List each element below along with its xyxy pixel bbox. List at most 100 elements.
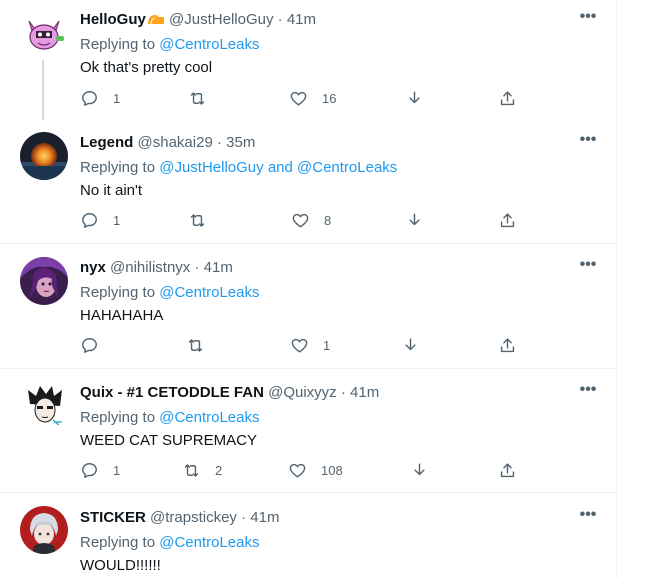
- replying-to: Replying to @JustHelloGuy and @CentroLea…: [80, 158, 599, 178]
- pink-monster-avatar-icon: [20, 10, 68, 58]
- action-bar: 1 8: [0, 210, 617, 230]
- tweet-header: Quix - #1 CETODDLE FAN @Quixyyz · 41m: [80, 383, 599, 403]
- share-icon: [500, 212, 515, 227]
- retweet-button[interactable]: [188, 88, 221, 108]
- like-count: 16: [322, 90, 337, 106]
- timestamp[interactable]: 35m: [226, 134, 255, 151]
- more-icon[interactable]: •••: [577, 507, 599, 528]
- tweet-header: Legend @shakai29 · 35m: [80, 133, 599, 153]
- tweet[interactable]: Quix - #1 CETODDLE FAN @Quixyyz · 41m ••…: [0, 370, 617, 493]
- download-button[interactable]: [405, 210, 424, 230]
- reply-icon: [82, 90, 97, 106]
- timestamp[interactable]: 41m: [287, 11, 316, 28]
- reply-button[interactable]: 1: [80, 210, 120, 230]
- like-button[interactable]: 8: [291, 210, 331, 230]
- separator-dot: ·: [340, 384, 346, 401]
- replying-label: Replying to: [80, 159, 156, 176]
- avatar[interactable]: [20, 382, 68, 430]
- like-icon: [292, 213, 309, 228]
- action-bar: 1 16: [0, 88, 617, 108]
- like-button[interactable]: 16: [289, 88, 336, 108]
- tweet[interactable]: Legend @shakai29 · 35m ••• Replying to @…: [0, 122, 617, 244]
- timestamp[interactable]: 41m: [204, 259, 233, 276]
- share-button[interactable]: [498, 335, 517, 355]
- tweet-text: No it ain't: [80, 182, 143, 199]
- sponsor-badge-icon: [147, 14, 164, 25]
- user-handle[interactable]: @Quixyyz: [268, 384, 337, 401]
- share-icon: [500, 90, 515, 105]
- retweet-button[interactable]: 2: [182, 460, 222, 480]
- download-icon: [414, 462, 425, 475]
- retweet-icon: [190, 213, 205, 227]
- more-icon[interactable]: •••: [577, 132, 599, 153]
- timestamp[interactable]: 41m: [250, 509, 279, 526]
- tweet[interactable]: nyx @nihilistnyx · 41m ••• Replying to @…: [0, 245, 617, 369]
- tweet[interactable]: HelloGuy @JustHelloGuy · 41m ••• Replyin…: [0, 0, 617, 122]
- replying-to: Replying to @CentroLeaks: [80, 533, 599, 553]
- avatar[interactable]: [20, 506, 68, 554]
- retweet-icon: [190, 91, 205, 105]
- like-count: 8: [324, 212, 332, 228]
- reply-count: 1: [113, 462, 121, 478]
- display-name[interactable]: HelloGuy: [80, 11, 146, 28]
- action-bar: 1 2 108: [0, 460, 617, 480]
- tweet[interactable]: STICKER @trapstickey · 41m ••• Replying …: [0, 494, 617, 579]
- user-handle[interactable]: @nihilistnyx: [110, 259, 190, 276]
- display-name[interactable]: nyx: [80, 259, 106, 276]
- anime-boy-avatar-icon: [20, 382, 68, 430]
- reply-icon: [82, 337, 97, 353]
- tweet-header: STICKER @trapstickey · 41m: [80, 508, 599, 528]
- mention-link[interactable]: @CentroLeaks: [159, 534, 259, 551]
- mention-link[interactable]: @CentroLeaks: [159, 409, 259, 426]
- download-icon: [405, 337, 416, 350]
- replying-label: Replying to: [80, 409, 156, 426]
- more-icon[interactable]: •••: [577, 382, 599, 403]
- display-name[interactable]: Legend: [80, 134, 133, 151]
- timestamp[interactable]: 41m: [350, 384, 379, 401]
- separator-dot: ·: [277, 11, 283, 28]
- purple-character-avatar-icon: [20, 257, 68, 305]
- more-icon[interactable]: •••: [577, 9, 599, 30]
- share-icon: [500, 462, 515, 477]
- avatar[interactable]: [20, 10, 68, 58]
- reply-icon: [82, 462, 97, 478]
- replying-to: Replying to @CentroLeaks: [80, 408, 599, 428]
- retweet-button[interactable]: [186, 335, 219, 355]
- avatar[interactable]: [20, 257, 68, 305]
- user-handle[interactable]: @shakai29: [138, 134, 213, 151]
- like-count: 108: [321, 462, 343, 478]
- mention-link[interactable]: @JustHelloGuy and @CentroLeaks: [159, 159, 397, 176]
- display-name[interactable]: Quix - #1 CETODDLE FAN: [80, 384, 264, 401]
- mention-link[interactable]: @CentroLeaks: [159, 284, 259, 301]
- download-button[interactable]: [410, 460, 429, 480]
- download-button[interactable]: [401, 335, 420, 355]
- replying-label: Replying to: [80, 36, 156, 53]
- action-bar: 1: [0, 335, 617, 355]
- reply-button[interactable]: [80, 335, 113, 355]
- download-icon: [409, 212, 420, 225]
- retweet-count: 2: [215, 462, 223, 478]
- tweet-text: WEED CAT SUPREMACY: [80, 432, 257, 449]
- share-button[interactable]: [498, 460, 517, 480]
- download-button[interactable]: [405, 88, 424, 108]
- like-button[interactable]: 1: [290, 335, 330, 355]
- replying-label: Replying to: [80, 284, 156, 301]
- share-button[interactable]: [498, 210, 517, 230]
- user-handle[interactable]: @trapstickey: [150, 509, 237, 526]
- separator-dot: ·: [241, 509, 247, 526]
- retweet-button[interactable]: [188, 210, 221, 230]
- display-name[interactable]: STICKER: [80, 509, 146, 526]
- reply-count: 1: [113, 212, 121, 228]
- share-button[interactable]: [498, 88, 517, 108]
- mention-link[interactable]: @CentroLeaks: [159, 36, 259, 53]
- like-icon: [291, 338, 308, 353]
- more-icon[interactable]: •••: [577, 257, 599, 278]
- like-count: 1: [323, 337, 331, 353]
- tweet-header: nyx @nihilistnyx · 41m: [80, 258, 599, 278]
- reply-button[interactable]: 1: [80, 460, 120, 480]
- user-handle[interactable]: @JustHelloGuy: [169, 11, 273, 28]
- like-button[interactable]: 108: [288, 460, 343, 480]
- avatar[interactable]: [20, 132, 68, 180]
- reply-button[interactable]: 1: [80, 88, 120, 108]
- tweet-text: Ok that's pretty cool: [80, 59, 213, 76]
